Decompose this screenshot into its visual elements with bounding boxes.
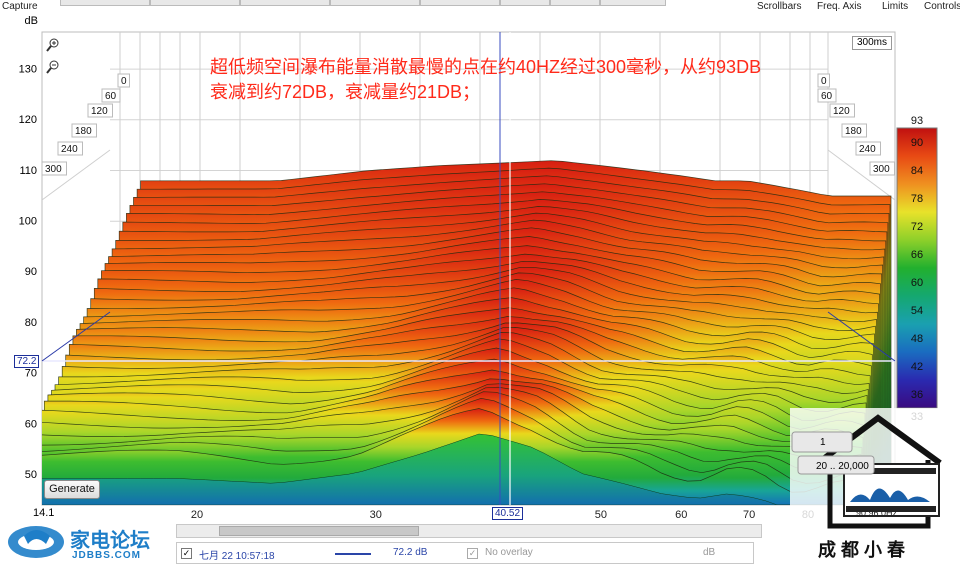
colorbar-tick-label: 48 [911,333,923,345]
freq-cursor-label[interactable]: 40.52 [492,507,524,520]
y-axis-unit: dB [25,15,38,27]
time-tick-label: 240 [61,144,78,155]
x-tick-label: 50 [595,509,607,521]
status-timestamp: 七月 22 10:57:18 [199,551,275,562]
y-tick-label: 110 [19,165,37,177]
status-overlay: No overlay [485,547,533,558]
time-tick-label: 120 [91,106,108,117]
time-tick-label: 180 [845,126,862,137]
level-cursor-label[interactable]: 72.2 [14,355,40,368]
time-tick-label: 60 [105,91,117,102]
colorbar-tick-label: 60 [911,277,923,289]
y-tick-label: 70 [25,368,37,380]
colorbar-max-label: 93 [911,115,923,127]
colorbar-tick-label: 78 [911,193,923,205]
time-tick-label: 60 [821,91,833,102]
colorbar-tick-label: 36 [911,389,923,401]
annotation-line-1: 超低频空间瀑布能量消散最慢的点在约40HZ经过300毫秒，从约93DB [210,57,762,77]
time-tick-label: 120 [833,106,850,117]
jdbbs-logo: 家电论坛 JDBBS.COM [6,516,182,568]
time-tick-label: 0 [821,76,827,87]
status-unit: dB [703,547,716,558]
y-tick-label: 130 [19,63,37,75]
y-tick-label: 90 [25,266,37,278]
time-tick-label: 180 [75,126,92,137]
zoom-in-icon[interactable] [46,38,60,52]
y-tick-label: 60 [25,418,37,430]
time-span-box[interactable]: 300ms [852,36,892,50]
colorbar-tick-label: 84 [911,165,923,177]
jdbbs-logo-en: JDBBS.COM [72,550,142,561]
waterfall-surface [42,160,895,505]
x-tick-label: 20 [191,509,203,521]
y-tick-label: 100 [19,216,37,228]
status-level: 72.2 dB [393,547,428,558]
range-button[interactable]: 1 [820,437,826,448]
jdbbs-logo-cn: 家电论坛 [70,530,150,552]
x-end-label: 90.96.0Hz [856,508,898,518]
status-bar: ✓ 七月 22 10:57:18 72.2 dB ✓ No overlay dB [176,542,754,564]
x-tick-label: 70 [743,509,755,521]
y-axis-labels: 50 60 70 80 90 100 110 120 130 [19,63,37,481]
time-tick-label: 300 [45,164,62,175]
x-tick-label: 30 [370,509,382,521]
y-tick-label: 80 [25,317,37,329]
time-tick-label: 240 [859,144,876,155]
author-watermark: 1 20 .. 20,000 90.96.0Hz 成 都 小 春 [790,408,960,568]
y-tick-label: 120 [19,114,37,126]
range-label[interactable]: 20 .. 20,000 [816,461,869,472]
scrollbar-thumb[interactable] [219,526,419,536]
y-tick-label: 50 [25,469,37,481]
author-name: 成 都 小 春 [818,540,906,560]
time-tick-label: 300 [873,164,890,175]
time-tick-label: 0 [121,76,127,87]
trace-line-icon [335,553,371,555]
generate-button[interactable]: Generate [44,480,100,499]
colorbar-tick-label: 90 [911,137,923,149]
colorbar-tick-label: 72 [911,221,923,233]
colorbar-tick-label: 66 [911,249,923,261]
no-overlay-checkbox[interactable]: ✓ [467,548,478,559]
colorbar-tick-label: 42 [911,361,923,373]
horizontal-scrollbar[interactable] [176,524,762,538]
jdbbs-logo-icon [8,526,64,558]
zoom-out-icon[interactable] [46,60,60,74]
annotation-line-2: 衰减到约72DB，衰减量约21DB； [210,82,481,102]
x-tick-label: 60 [675,509,687,521]
overlay-checkbox[interactable]: ✓ [181,548,192,559]
colorbar-tick-label: 54 [911,305,923,317]
